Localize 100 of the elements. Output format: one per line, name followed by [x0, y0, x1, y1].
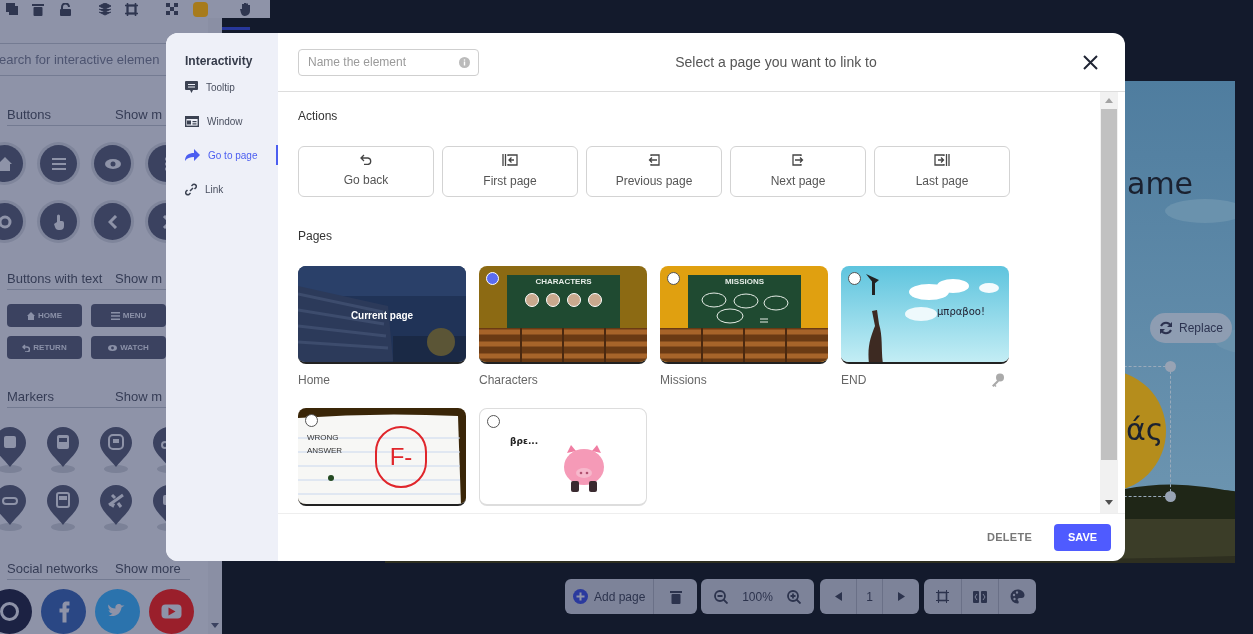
sidebar-item[interactable]: Go to page: [166, 145, 278, 165]
piggy-bank-drawing: [563, 443, 605, 493]
round-button[interactable]: [91, 142, 134, 185]
key-icon[interactable]: [991, 372, 1004, 387]
show-more-link[interactable]: Show more: [115, 558, 190, 579]
trash-icon[interactable]: [669, 589, 682, 604]
sidebar-item[interactable]: Window: [166, 111, 278, 131]
avatar: [525, 293, 539, 307]
hand-icon: [52, 213, 65, 230]
map-pin[interactable]: [45, 483, 81, 531]
layers-icon[interactable]: [99, 2, 111, 16]
action-button[interactable]: Previous page: [586, 146, 722, 197]
section-title: Buttons: [7, 105, 53, 124]
slide-text: WRONG: [307, 434, 339, 442]
zoom-level: 100%: [742, 588, 773, 606]
redirect-arrow-icon: [185, 149, 200, 161]
page-name: END: [841, 371, 867, 389]
eye-icon: [104, 158, 121, 169]
return-icon: [22, 343, 31, 352]
slide-text: μπραβοο!: [937, 305, 985, 319]
name-field[interactable]: Name the element: [298, 48, 479, 76]
page-thumbnail[interactable]: MISSIONS: [660, 266, 828, 364]
first-page-icon: [502, 153, 518, 166]
sidebar-item[interactable]: Link: [166, 179, 278, 199]
action-button[interactable]: Next page: [730, 146, 866, 197]
scrollbar[interactable]: [1100, 92, 1118, 513]
map-pin[interactable]: [0, 425, 28, 473]
copy-icon[interactable]: [6, 3, 18, 15]
page-thumbnail[interactable]: βρε...: [479, 408, 647, 506]
circle-logo[interactable]: [0, 589, 32, 634]
page-number[interactable]: 1: [857, 587, 882, 606]
hand-icon[interactable]: [240, 2, 253, 16]
info-icon: [459, 56, 470, 68]
zoom-out-icon[interactable]: [714, 589, 729, 604]
slide-title: CHARACTERS: [535, 278, 592, 286]
slide-title: MISSIONS: [724, 278, 765, 286]
text-button[interactable]: WATCH: [91, 336, 166, 359]
page-thumbnail[interactable]: CHARACTERS: [479, 266, 647, 364]
page-name: Home: [298, 371, 330, 389]
frame-icon[interactable]: [935, 590, 949, 603]
section-title: Buttons with text: [7, 269, 104, 288]
map-pin[interactable]: [0, 483, 28, 531]
current-page-label: Current page: [349, 309, 415, 323]
round-button[interactable]: [37, 142, 80, 185]
checker-icon[interactable]: [166, 2, 179, 16]
scroll-down-arrow-icon[interactable]: [1105, 500, 1113, 505]
page-name: Missions: [660, 371, 707, 389]
action-button[interactable]: First page: [442, 146, 578, 197]
text-button[interactable]: HOME: [7, 304, 82, 327]
slide-text: ANSWER: [307, 447, 343, 455]
text-button[interactable]: MENU: [91, 304, 166, 327]
active-tab-indicator: [222, 27, 250, 30]
color-swatch[interactable]: [193, 1, 208, 17]
scroll-down-arrow-icon[interactable]: [211, 623, 219, 628]
section-label: Pages: [298, 228, 334, 245]
section-label: Actions: [298, 108, 339, 125]
zoom-in-icon[interactable]: [786, 589, 801, 604]
previous-page-icon: [648, 153, 660, 166]
slide-text: βρε...: [510, 435, 539, 448]
menu-icon: [110, 311, 120, 320]
map-pin[interactable]: [98, 425, 134, 473]
radio-button[interactable]: [487, 415, 500, 428]
sidebar-item[interactable]: Tooltip: [166, 77, 278, 97]
action-button[interactable]: Last page: [874, 146, 1010, 197]
trash-icon[interactable]: [32, 2, 44, 16]
map-pin[interactable]: [98, 483, 134, 531]
section-title: Social networks: [7, 559, 100, 578]
save-button[interactable]: SAVE: [1054, 524, 1111, 551]
palette-icon[interactable]: [1010, 589, 1026, 604]
dialog-title: Select a page you want to link to: [674, 52, 878, 72]
avatar: [546, 293, 560, 307]
close-icon[interactable]: [1083, 54, 1098, 70]
youtube-logo[interactable]: [149, 589, 194, 634]
text-button[interactable]: RETURN: [7, 336, 82, 359]
page-thumbnail[interactable]: μπραβοο!: [841, 266, 1009, 364]
frame-icon[interactable]: [125, 2, 138, 16]
round-button[interactable]: [91, 200, 134, 243]
home-icon: [0, 156, 12, 171]
last-page-icon: [934, 153, 950, 166]
plus-circle-icon: [573, 589, 588, 604]
scrollbar-thumb[interactable]: [1101, 109, 1117, 460]
facebook-logo[interactable]: [41, 589, 86, 634]
action-button[interactable]: Go back: [298, 146, 434, 197]
scroll-up-arrow-icon[interactable]: [1105, 98, 1113, 103]
ring-icon: [0, 214, 12, 229]
delete-button[interactable]: DELETE: [986, 529, 1032, 546]
menu-icon: [51, 157, 66, 170]
previous-page-icon[interactable]: [834, 592, 842, 601]
link-icon: [185, 182, 197, 196]
page-thumbnail[interactable]: Current page: [298, 266, 466, 364]
lock-icon[interactable]: [60, 2, 71, 16]
page-thumbnail[interactable]: WRONG ANSWER F-: [298, 408, 466, 506]
eye-icon: [108, 344, 118, 351]
split-view-icon[interactable]: [973, 590, 987, 603]
home-icon: [27, 311, 35, 320]
chevron-left-icon: [107, 214, 118, 229]
map-pin[interactable]: [45, 425, 81, 473]
next-page-icon[interactable]: [897, 592, 905, 601]
page-name: Characters: [479, 371, 538, 389]
round-button[interactable]: [37, 200, 80, 243]
